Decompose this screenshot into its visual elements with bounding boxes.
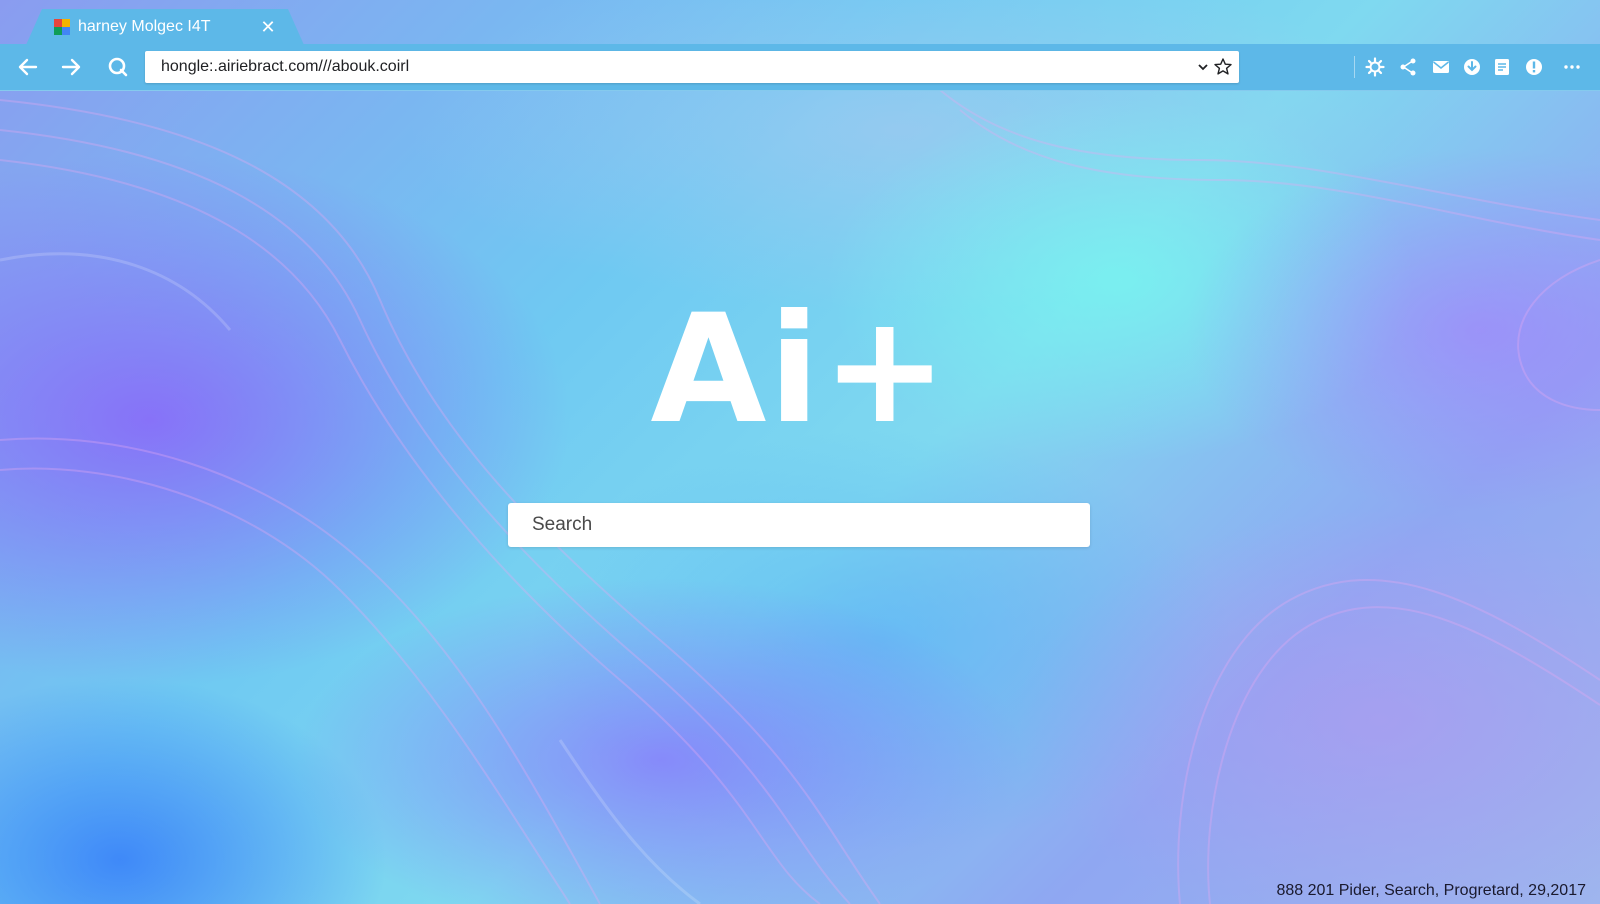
close-icon[interactable]: ✕ xyxy=(258,17,278,37)
site-logo: Ai+ xyxy=(650,283,950,457)
download-icon[interactable] xyxy=(1461,56,1483,78)
tab-title: harney Molgec I4T xyxy=(78,18,211,35)
star-icon[interactable] xyxy=(1213,57,1233,77)
address-bar[interactable]: hongle:.airiebract.com///abouk.coirl xyxy=(145,51,1239,83)
status-text: 888 201 Pider, Search, Progretard, 29,20… xyxy=(1276,882,1586,899)
reload-icon[interactable] xyxy=(104,53,132,81)
share-icon[interactable] xyxy=(1397,56,1419,78)
settings-gear-icon[interactable] xyxy=(1364,56,1386,78)
clipboard-icon[interactable] xyxy=(1491,56,1513,78)
address-url[interactable]: hongle:.airiebract.com///abouk.coirl xyxy=(161,58,409,76)
toolbar-divider xyxy=(1354,56,1355,78)
chevron-down-icon[interactable] xyxy=(1195,58,1211,76)
tab-strip: harney Molgec I4T ✕ xyxy=(0,0,1600,45)
more-icon[interactable] xyxy=(1561,56,1583,78)
back-arrow-icon[interactable] xyxy=(14,53,42,81)
colorful-favicon-icon xyxy=(54,19,70,35)
browser-toolbar: hongle:.airiebract.com///abouk.coirl xyxy=(0,44,1600,91)
forward-arrow-icon[interactable] xyxy=(57,53,85,81)
info-icon[interactable] xyxy=(1523,56,1545,78)
browser-window: harney Molgec I4T ✕ hongle:.airiebract.c… xyxy=(0,0,1600,904)
tab-active[interactable]: harney Molgec I4T ✕ xyxy=(26,9,304,45)
mail-icon[interactable] xyxy=(1430,56,1452,78)
search-input[interactable] xyxy=(508,503,1090,547)
